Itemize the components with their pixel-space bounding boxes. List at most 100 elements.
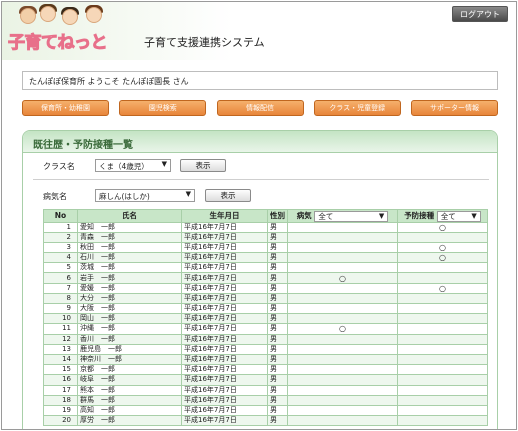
- row-birthdate: 平成16年7月7日: [181, 404, 268, 417]
- row-gender: 男: [267, 313, 288, 325]
- row-vaccine: ○: [397, 221, 488, 233]
- app-title: 子育て支援連携システム: [144, 36, 265, 49]
- class-select[interactable]: くま（4歳児） ▼: [95, 159, 171, 172]
- col-vaccine: 予防接種 全て ▼: [397, 209, 488, 223]
- row-vaccine: [397, 302, 488, 315]
- row-birthdate: 平成16年7月7日: [181, 333, 268, 345]
- row-no: 9: [43, 302, 78, 315]
- chevron-down-icon: ▼: [378, 211, 385, 220]
- row-vaccine: [397, 231, 488, 243]
- row-no: 10: [43, 313, 78, 325]
- table-row: 2 青森 一郎 平成16年7月7日男: [43, 231, 488, 243]
- row-vaccine: [397, 323, 488, 335]
- illness-label: 病気: [296, 211, 312, 220]
- row-gender: 男: [267, 323, 288, 335]
- row-birthdate: 平成16年7月7日: [181, 231, 268, 243]
- row-gender: 男: [267, 292, 288, 305]
- row-illness: [287, 353, 398, 366]
- row-no: 11: [43, 323, 78, 335]
- row-illness: [287, 364, 398, 376]
- row-illness: [287, 231, 398, 243]
- row-birthdate: 平成16年7月7日: [181, 313, 268, 325]
- row-vaccine: [397, 272, 488, 284]
- table-row: 13 鹿児島 一郎 平成16年7月7日男: [43, 343, 488, 355]
- row-gender: 男: [267, 272, 288, 284]
- row-gender: 男: [267, 302, 288, 315]
- row-gender: 男: [267, 384, 288, 396]
- logout-button[interactable]: ログアウト: [452, 6, 508, 22]
- row-no: 20: [43, 415, 78, 427]
- row-birthdate: 平成16年7月7日: [181, 384, 268, 396]
- table-body: 1 愛知 一郎 平成16年7月7日男 ○ 2 青森 一郎 平成16年7月7日男 3 秋田 一郎平…: [43, 221, 488, 427]
- class-label: クラス名: [43, 162, 75, 171]
- vaccine-filter-select[interactable]: 全て ▼: [436, 210, 481, 222]
- menu-supporter-info-button[interactable]: サポーター情報: [411, 100, 498, 116]
- welcome-message: たんぽぽ保育所 ようこそ たんぽぽ園長 さん: [22, 71, 498, 90]
- row-vaccine: ○: [397, 241, 488, 254]
- app-window: 子育てねっと 子育て支援連携システム ログアウト たんぽぽ保育所 ようこそ たん…: [1, 1, 517, 430]
- col-name: 氏名: [77, 209, 182, 223]
- row-vaccine: [397, 404, 488, 417]
- row-name: 神奈川 一郎: [77, 353, 182, 366]
- child-face-icon: [40, 6, 56, 22]
- row-vaccine: [397, 353, 488, 366]
- row-birthdate: 平成16年7月7日: [181, 364, 268, 376]
- row-no: 18: [43, 394, 78, 406]
- menu-class-registration-button[interactable]: クラス・児童登録: [313, 100, 401, 116]
- row-vaccine: [397, 384, 488, 396]
- disease-filter: 病気名 麻しん(はしか) ▼ 表示: [23, 187, 497, 205]
- row-illness: [287, 262, 398, 274]
- row-name: 岡山 一郎: [77, 313, 182, 325]
- disease-select-value: 麻しん(はしか): [99, 192, 150, 201]
- row-gender: 男: [267, 231, 288, 243]
- row-birthdate: 平成16年7月7日: [181, 323, 268, 335]
- table-row: 7 愛媛 一郎 平成16年7月7日男 ○: [43, 282, 488, 294]
- col-gender: 性別: [267, 209, 288, 223]
- row-no: 12: [43, 333, 78, 345]
- row-illness: [287, 333, 398, 345]
- row-birthdate: 平成16年7月7日: [181, 374, 268, 386]
- table-row: 15 京都 一郎 平成16年7月7日男: [43, 364, 488, 376]
- row-gender: 男: [267, 252, 288, 264]
- row-gender: 男: [267, 343, 288, 355]
- row-illness: [287, 374, 398, 386]
- row-illness: [287, 292, 398, 305]
- menu-nursery-button[interactable]: 保育所・幼稚園: [22, 100, 109, 116]
- header: 子育てねっと 子育て支援連携システム ログアウト: [2, 2, 516, 60]
- class-filter: クラス名 くま（4歳児） ▼ 表示: [23, 157, 497, 175]
- menu-child-search-button[interactable]: 園児検索: [119, 100, 207, 116]
- class-show-button[interactable]: 表示: [180, 159, 226, 172]
- row-gender: 男: [267, 221, 288, 233]
- row-gender: 男: [267, 364, 288, 376]
- table-row: 19 高知 一郎 平成16年7月7日男: [43, 404, 488, 417]
- history-table: No 氏名 生年月日 性別 病気 全て ▼ 予防接種 全て ▼ 1 愛知 一郎 …: [43, 209, 488, 427]
- table-row: 16 岐阜 一郎 平成16年7月7日男: [43, 374, 488, 386]
- row-no: 14: [43, 353, 78, 366]
- chevron-down-icon: ▼: [471, 211, 477, 220]
- illness-filter-select[interactable]: 全て ▼: [314, 210, 389, 222]
- table-row: 1 愛知 一郎 平成16年7月7日男 ○: [43, 221, 488, 233]
- row-birthdate: 平成16年7月7日: [181, 282, 268, 294]
- row-illness: [287, 302, 398, 315]
- row-vaccine: [397, 333, 488, 345]
- row-name: 大阪 一郎: [77, 302, 182, 315]
- disease-show-button[interactable]: 表示: [205, 189, 251, 202]
- menu-info-delivery-button[interactable]: 情報配信: [216, 100, 304, 116]
- row-illness: ○: [287, 272, 398, 284]
- row-birthdate: 平成16年7月7日: [181, 353, 268, 366]
- row-no: 3: [43, 241, 78, 254]
- table-row: 18 群馬 一郎 平成16年7月7日男: [43, 394, 488, 406]
- row-birthdate: 平成16年7月7日: [181, 241, 268, 254]
- row-gender: 男: [267, 415, 288, 427]
- logo-text: 子育てねっと: [8, 33, 109, 54]
- table-row: 11 沖縄 一郎 平成16年7月7日男 ○: [43, 323, 488, 335]
- row-name: 大分 一郎: [77, 292, 182, 305]
- row-vaccine: [397, 262, 488, 274]
- row-no: 4: [43, 252, 78, 264]
- table-row: 9 大阪 一郎 平成16年7月7日男: [43, 302, 488, 315]
- vaccine-filter-value: 全て: [440, 211, 456, 221]
- table-row: 6 岩手 一郎 平成16年7月7日男 ○: [43, 272, 488, 284]
- col-no: No: [43, 209, 78, 223]
- table-row: 20 厚労 一郎 平成16年7月7日男: [43, 415, 488, 427]
- disease-select[interactable]: 麻しん(はしか) ▼: [95, 189, 195, 202]
